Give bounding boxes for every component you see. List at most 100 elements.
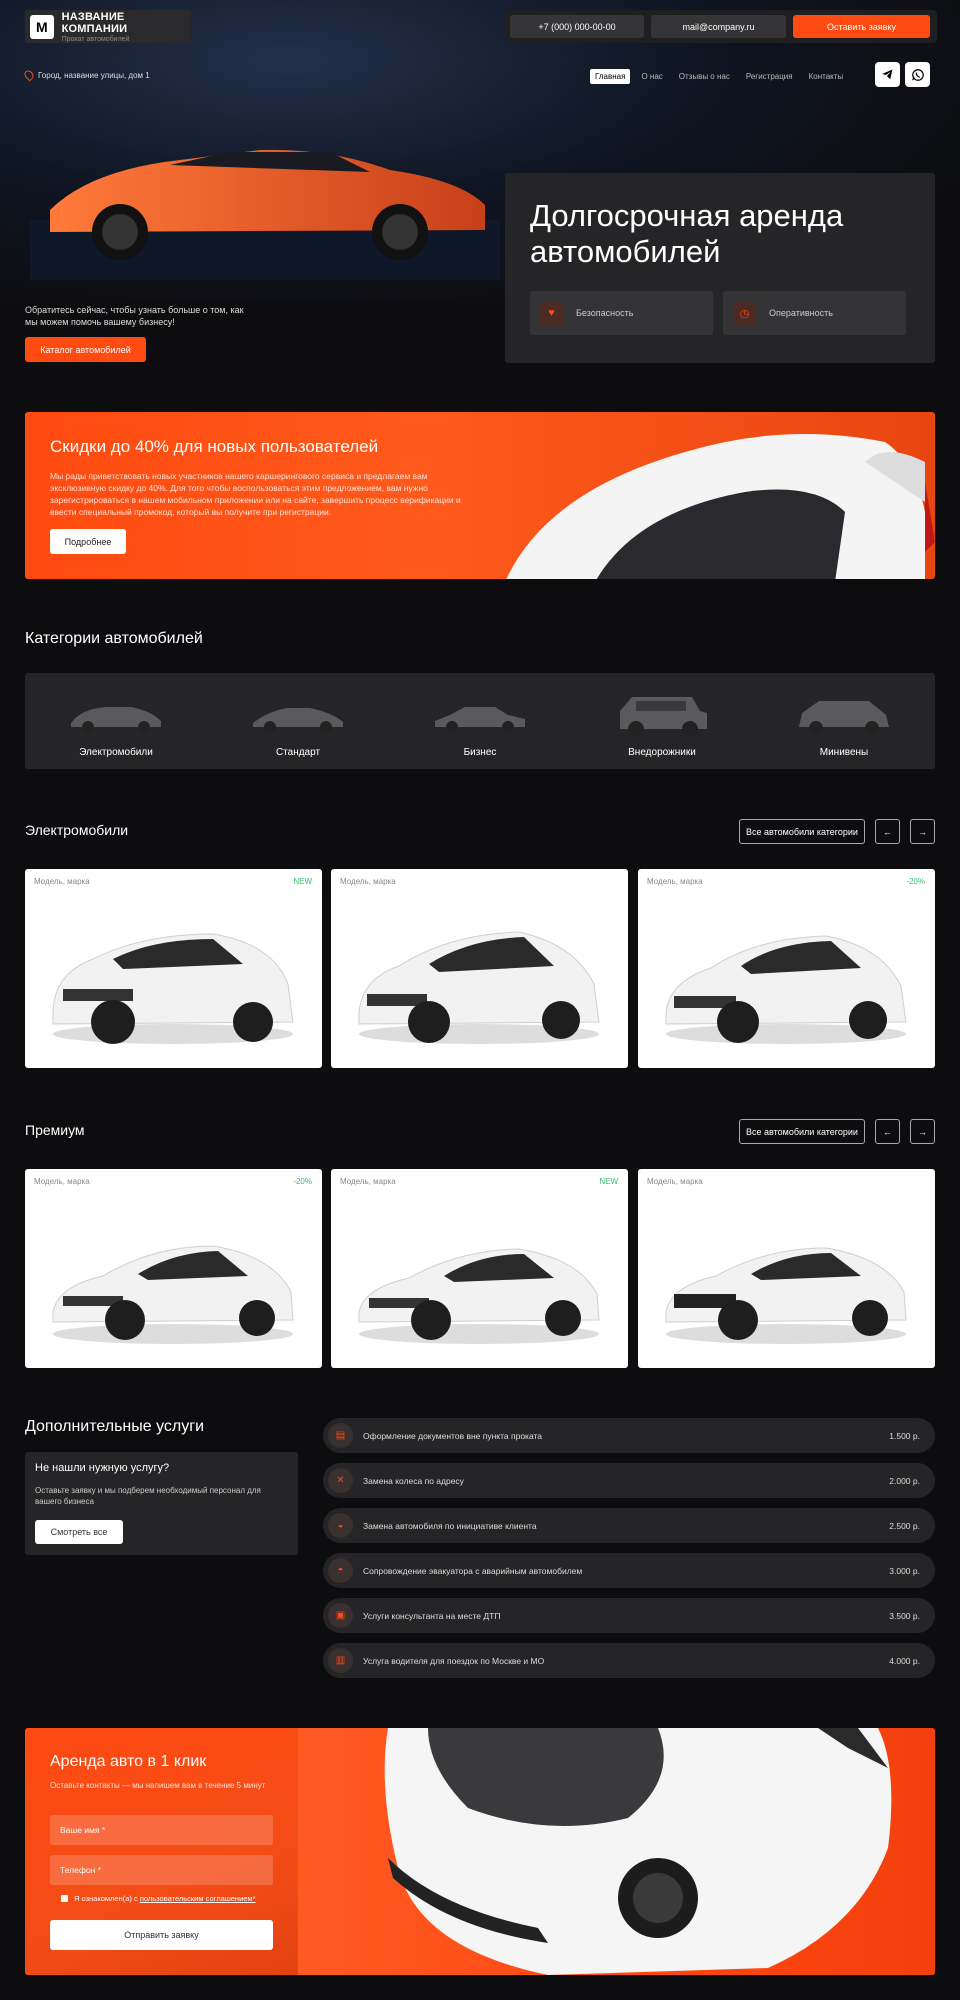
feature-safety: ♥ Безопасность <box>530 291 713 335</box>
category-car-icon <box>799 701 889 735</box>
address: Город, название улицы, дом 1 <box>22 68 150 82</box>
car-image <box>665 935 907 1044</box>
consultant-icon: ▣ <box>328 1603 353 1628</box>
car-card[interactable]: Модель, марка -20% <box>25 1169 322 1368</box>
name-field[interactable]: Ваше имя * <box>50 1815 273 1845</box>
logo[interactable]: M НАЗВАНИЕ КОМПАНИИ Прокат автомобилей <box>25 10 191 43</box>
category-label: Внедорожники <box>628 747 696 758</box>
service-item[interactable]: ▣ Услуги консультанта на месте ДТП 3.500… <box>323 1598 935 1633</box>
tow-truck-icon: ◓ <box>328 1558 353 1583</box>
car-card[interactable]: Модель, марка NEW <box>331 1169 628 1368</box>
prev-arrow-icon[interactable]: ← <box>875 1119 900 1144</box>
service-price: 2.500 р. <box>889 1520 920 1531</box>
help-text: Оставьте заявку и мы подберем необходимы… <box>35 1486 261 1506</box>
form-car-panel <box>298 1728 935 1975</box>
hero-title: Долгосрочная аренда автомобилей <box>530 198 844 269</box>
all-cars-button[interactable]: Все автомобили категории <box>739 819 865 844</box>
car-image <box>358 931 600 1044</box>
car-model: Модель, марка <box>647 877 703 886</box>
form-subtitle: Оставьте контакты — мы напишем вам в теч… <box>50 1781 266 1790</box>
car-card[interactable]: Модель, марка <box>638 1169 935 1368</box>
category-electric[interactable]: Электромобили <box>25 673 207 769</box>
hero-intro-text: Обратитесь сейчас, чтобы узнать больше о… <box>25 305 244 327</box>
form-panel: Аренда авто в 1 клик Оставьте контакты —… <box>25 1728 298 1975</box>
logo-icon: M <box>30 14 54 39</box>
service-item[interactable]: ✕ Замена колеса по адресу 2.000 р. <box>323 1463 935 1498</box>
category-business[interactable]: Бизнес <box>389 673 571 769</box>
slider-premium-title: Премиум <box>25 1122 85 1138</box>
see-all-button[interactable]: Смотреть все <box>35 1520 123 1544</box>
order-button[interactable]: Оставить заявку <box>793 15 930 38</box>
car-model: Модель, марка <box>34 877 90 886</box>
car-badge: -20% <box>906 877 925 886</box>
service-price: 3.000 р. <box>889 1565 920 1576</box>
services-title: Дополнительные услуги <box>25 1418 205 1435</box>
help-box: Не нашли нужную услугу? Оставьте заявку … <box>25 1452 298 1555</box>
car-badge: NEW <box>599 1177 618 1186</box>
phone-field[interactable]: Телефон * <box>50 1855 273 1885</box>
address-text: Город, название улицы, дом 1 <box>38 70 150 80</box>
feature-label: Безопасность <box>576 308 634 318</box>
service-item[interactable]: ▤ Оформление документов вне пункта прока… <box>323 1418 935 1453</box>
category-car-icon <box>620 697 707 737</box>
service-item[interactable]: ▥ Услуга водителя для поездок по Москве … <box>323 1643 935 1678</box>
prev-arrow-icon[interactable]: ← <box>875 819 900 844</box>
hero-panel: Долгосрочная аренда автомобилей ♥ Безопа… <box>505 173 935 363</box>
service-item[interactable]: ◒ Замена автомобиля по инициативе клиент… <box>323 1508 935 1543</box>
service-name: Услуги консультанта на месте ДТП <box>363 1610 501 1621</box>
all-cars-button[interactable]: Все автомобили категории <box>739 1119 865 1144</box>
car-icon: ◒ <box>328 1513 353 1538</box>
service-price: 4.000 р. <box>889 1655 920 1666</box>
heart-shield-icon: ♥ <box>540 301 563 325</box>
next-arrow-icon[interactable]: → <box>910 1119 935 1144</box>
catalog-button[interactable]: Каталог автомобилей <box>25 337 146 362</box>
nav-about[interactable]: О нас <box>636 69 667 84</box>
category-label: Минивены <box>819 747 869 758</box>
whatsapp-icon[interactable] <box>905 62 930 87</box>
car-image <box>665 1247 907 1344</box>
consent-checkbox[interactable] <box>61 1895 68 1902</box>
car-model: Модель, марка <box>34 1177 90 1186</box>
service-name: Замена колеса по адресу <box>363 1475 464 1486</box>
phone-button[interactable]: +7 (000) 000-00-00 <box>510 15 644 38</box>
hero-car-image <box>30 149 500 280</box>
category-label: Бизнес <box>463 747 497 758</box>
company-subtitle: Прокат автомобилей <box>61 35 130 43</box>
car-badge: NEW <box>293 877 312 886</box>
car-badge: -20% <box>293 1177 312 1186</box>
car-image <box>358 1248 600 1344</box>
driver-icon: ▥ <box>328 1648 353 1673</box>
email-button[interactable]: mail@company.ru <box>651 15 786 38</box>
submit-button[interactable]: Отправить заявку <box>50 1920 273 1950</box>
promo-title: Скидки до 40% для новых пользователей <box>50 437 379 456</box>
nav-registration[interactable]: Регистрация <box>741 69 798 84</box>
service-name: Сопровождение эвакуатора с аварийным авт… <box>363 1565 583 1576</box>
category-minivan[interactable]: Минивены <box>753 673 935 769</box>
consent-row: Я ознакомлен(а) с пользовательским согла… <box>61 1894 256 1903</box>
slider-electric-title: Электромобили <box>25 822 129 838</box>
car-model: Модель, марка <box>647 1177 703 1186</box>
car-image <box>52 1245 294 1344</box>
car-card[interactable]: Модель, марка -20% <box>638 869 935 1068</box>
nav-reviews[interactable]: Отзывы о нас <box>674 69 735 84</box>
service-price: 3.500 р. <box>889 1610 920 1621</box>
category-car-icon <box>435 707 525 733</box>
company-name: НАЗВАНИЕ КОМПАНИИ <box>61 10 128 35</box>
category-standard[interactable]: Стандарт <box>207 673 389 769</box>
agreement-link[interactable]: пользовательским соглашением* <box>140 1894 256 1903</box>
consent-text: Я ознакомлен(а) с <box>74 1894 140 1903</box>
help-title: Не нашли нужную услугу? <box>35 1462 170 1474</box>
car-model: Модель, марка <box>340 1177 396 1186</box>
nav-contacts[interactable]: Контакты <box>804 69 849 84</box>
service-item[interactable]: ◓ Сопровождение эвакуатора с аварийным а… <box>323 1553 935 1588</box>
car-card[interactable]: Модель, марка NEW <box>25 869 322 1068</box>
category-suv[interactable]: Внедорожники <box>571 673 753 769</box>
car-card[interactable]: Модель, марка <box>331 869 628 1068</box>
next-arrow-icon[interactable]: → <box>910 819 935 844</box>
form-title: Аренда авто в 1 клик <box>50 1753 207 1770</box>
rent-form-section: Аренда авто в 1 клик Оставьте контакты —… <box>25 1728 935 1975</box>
service-name: Услуга водителя для поездок по Москве и … <box>363 1655 545 1666</box>
telegram-icon[interactable] <box>875 62 900 87</box>
promo-more-button[interactable]: Подробнее <box>50 529 126 554</box>
nav-home[interactable]: Главная <box>590 69 631 84</box>
